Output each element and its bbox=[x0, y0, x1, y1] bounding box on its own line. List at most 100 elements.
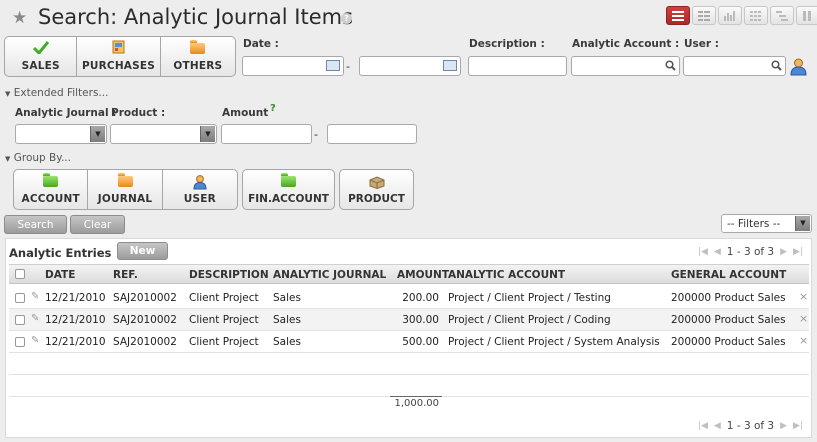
favorite-star-icon[interactable]: ★ bbox=[12, 8, 27, 28]
form-view-icon bbox=[698, 10, 710, 21]
column-amount[interactable]: AMOUNT bbox=[397, 269, 449, 281]
calendar-icon[interactable] bbox=[443, 60, 457, 71]
user-filter-icon[interactable] bbox=[790, 58, 807, 76]
user-label: User : bbox=[684, 38, 719, 50]
delete-row-icon[interactable]: × bbox=[799, 290, 808, 303]
graph-view-button[interactable] bbox=[718, 6, 742, 25]
kanban-view-button[interactable] bbox=[796, 6, 817, 25]
gantt-view-button[interactable] bbox=[770, 6, 794, 25]
description-input[interactable] bbox=[468, 56, 567, 76]
prev-page-icon[interactable]: ◀ bbox=[714, 421, 721, 431]
user-input[interactable] bbox=[683, 56, 786, 76]
group-by-toggle[interactable]: ▼ Group By... bbox=[5, 152, 71, 164]
first-page-icon[interactable]: |◀ bbox=[698, 247, 708, 257]
calendar-view-button[interactable] bbox=[744, 6, 768, 25]
edit-pencil-icon[interactable]: ✎ bbox=[31, 335, 39, 346]
empty-row bbox=[9, 353, 809, 375]
list-view-icon bbox=[672, 10, 684, 21]
prev-page-icon[interactable]: ◀ bbox=[714, 247, 721, 257]
table-row[interactable]: ✎ 12/21/2010 SAJ2010002 Client Project S… bbox=[9, 287, 809, 309]
analytic-journal-select[interactable]: ▼ bbox=[15, 124, 107, 144]
cell-journal: Sales bbox=[273, 314, 301, 326]
clear-button[interactable]: Clear bbox=[70, 215, 125, 234]
filter-others-button[interactable]: OTHERS bbox=[161, 37, 235, 76]
new-button[interactable]: New bbox=[117, 242, 168, 260]
group-product-label: PRODUCT bbox=[348, 193, 405, 205]
delete-row-icon[interactable]: × bbox=[799, 334, 808, 347]
filters-select[interactable]: -- Filters -- ▼ bbox=[721, 214, 812, 233]
checkmark-icon bbox=[32, 41, 49, 54]
row-checkbox[interactable] bbox=[15, 315, 25, 325]
row-checkbox[interactable] bbox=[15, 337, 25, 347]
list-view-button[interactable] bbox=[666, 6, 690, 25]
product-select[interactable]: ▼ bbox=[110, 124, 217, 144]
edit-pencil-icon[interactable]: ✎ bbox=[31, 313, 39, 324]
next-page-icon[interactable]: ▶ bbox=[780, 421, 787, 431]
search-icon[interactable] bbox=[771, 60, 782, 71]
column-date[interactable]: DATE bbox=[45, 269, 75, 281]
expand-arrow-icon: ▼ bbox=[5, 90, 11, 98]
date-from-input[interactable] bbox=[242, 56, 344, 76]
cell-general-account: 200000 Product Sales bbox=[671, 336, 786, 348]
description-label: Description : bbox=[469, 38, 545, 50]
cell-amount: 300.00 bbox=[402, 314, 439, 326]
group-fin-account-label: FIN.ACCOUNT bbox=[248, 193, 329, 205]
cell-description: Client Project bbox=[189, 314, 259, 326]
pager-text[interactable]: 1 - 3 of 3 bbox=[727, 420, 774, 432]
column-analytic-journal[interactable]: ANALYTIC JOURNAL bbox=[273, 269, 386, 281]
purchases-icon bbox=[112, 40, 125, 54]
pager-text[interactable]: 1 - 3 of 3 bbox=[727, 246, 774, 258]
extended-filters-toggle[interactable]: ▼ Extended Filters... bbox=[5, 87, 108, 99]
cell-date: 12/21/2010 bbox=[45, 336, 106, 348]
column-analytic-account[interactable]: ANALYTIC ACCOUNT bbox=[448, 269, 565, 281]
amount-from-input[interactable] bbox=[221, 124, 312, 144]
search-button[interactable]: Search bbox=[4, 215, 67, 234]
analytic-entries-panel: Analytic Entries New |◀ ◀ 1 - 3 of 3 ▶ ▶… bbox=[5, 238, 812, 438]
table-row[interactable]: ✎ 12/21/2010 SAJ2010002 Client Project S… bbox=[9, 309, 809, 331]
group-by-button-group: ACCOUNT JOURNAL USER bbox=[13, 169, 238, 210]
filters-select-value: -- Filters -- bbox=[727, 218, 781, 230]
group-journal-button[interactable]: JOURNAL bbox=[88, 170, 163, 209]
column-description[interactable]: DESCRIPTION bbox=[189, 269, 269, 281]
row-checkbox[interactable] bbox=[15, 293, 25, 303]
column-general-account[interactable]: GENERAL ACCOUNT bbox=[671, 269, 786, 281]
group-account-button[interactable]: ACCOUNT bbox=[14, 170, 89, 209]
column-ref[interactable]: REF. bbox=[113, 269, 138, 281]
date-to-input[interactable] bbox=[359, 56, 461, 76]
group-journal-label: JOURNAL bbox=[97, 193, 153, 205]
group-user-button[interactable]: USER bbox=[163, 170, 237, 209]
help-icon[interactable]: ? bbox=[341, 13, 352, 24]
select-all-checkbox[interactable] bbox=[15, 269, 25, 279]
cell-ref: SAJ2010002 bbox=[113, 314, 177, 326]
filter-sales-label: SALES bbox=[21, 60, 60, 72]
cell-analytic-account: Project / Client Project / System Analys… bbox=[448, 336, 660, 348]
amount-total: 1,000.00 bbox=[394, 398, 439, 409]
edit-pencil-icon[interactable]: ✎ bbox=[31, 291, 39, 302]
cell-description: Client Project bbox=[189, 336, 259, 348]
cell-analytic-account: Project / Client Project / Testing bbox=[448, 292, 611, 304]
search-icon[interactable] bbox=[665, 60, 676, 71]
filter-purchases-button[interactable]: PURCHASES bbox=[77, 37, 161, 76]
analytic-journal-label: Analytic Journal : bbox=[15, 107, 117, 119]
form-view-button[interactable] bbox=[692, 6, 716, 25]
amount-to-input[interactable] bbox=[327, 124, 417, 144]
table-row[interactable]: ✎ 12/21/2010 SAJ2010002 Client Project S… bbox=[9, 331, 809, 353]
delete-row-icon[interactable]: × bbox=[799, 312, 808, 325]
last-page-icon[interactable]: ▶| bbox=[793, 421, 803, 431]
group-product-button[interactable]: PRODUCT bbox=[339, 169, 414, 210]
cell-analytic-account: Project / Client Project / Coding bbox=[448, 314, 611, 326]
filter-sales-button[interactable]: SALES bbox=[5, 37, 78, 76]
date-label: Date : bbox=[243, 38, 279, 50]
chevron-down-icon: ▼ bbox=[200, 126, 215, 142]
cell-general-account: 200000 Product Sales bbox=[671, 292, 786, 304]
next-page-icon[interactable]: ▶ bbox=[780, 247, 787, 257]
chevron-down-icon: ▼ bbox=[90, 126, 105, 142]
calendar-icon[interactable] bbox=[326, 60, 340, 71]
amount-label: Amount bbox=[222, 107, 269, 119]
last-page-icon[interactable]: ▶| bbox=[793, 247, 803, 257]
group-by-label: Group By... bbox=[13, 152, 71, 164]
analytic-account-input[interactable] bbox=[571, 56, 680, 76]
amount-help-icon[interactable]: ? bbox=[270, 103, 276, 114]
first-page-icon[interactable]: |◀ bbox=[698, 421, 708, 431]
group-fin-account-button[interactable]: FIN.ACCOUNT bbox=[242, 169, 335, 210]
